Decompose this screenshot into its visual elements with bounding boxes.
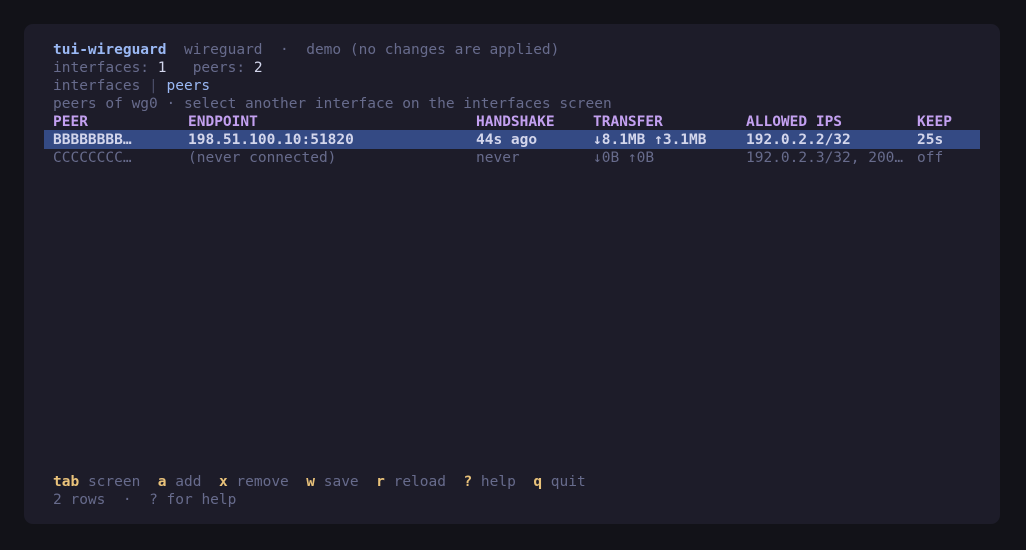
screen-tabs: interfaces | peers [53,77,210,95]
key-quit-label: quit [550,474,586,490]
key-save[interactable]: w [306,474,315,490]
peer-key: CCCCCCCC… [53,150,132,166]
screen-subtitle: peers of wg0 · select another interface … [53,96,612,112]
peer-keepalive: off [917,150,944,166]
peer-handshake: 44s ago [476,132,538,148]
peer-endpoint: (never connected) [188,150,337,166]
interfaces-count: 1 [157,60,167,76]
summary-counts: interfaces: 1 peers: 2 [53,59,263,77]
peer-keepalive: 25s [917,132,944,148]
peer-key: BBBBBBBB… [53,132,132,148]
key-tab[interactable]: tab [53,474,79,490]
key-remove-label: remove [236,474,289,490]
key-reload[interactable]: r [376,474,385,490]
app-name: tui-wireguard [53,42,167,58]
key-help-label: help [480,474,516,490]
row-count: 2 rows [53,492,106,508]
status-separator: · [122,492,132,508]
status-line: 2 rows · ? for help [53,491,236,509]
peer-allowed-ips: 192.0.2.2/32 [746,132,851,148]
key-reload-label: reload [393,474,446,490]
key-add-label: add [175,474,202,490]
key-remove[interactable]: x [219,474,228,490]
terminal-window: tui-wireguard wireguard · demo (no chang… [24,24,1000,524]
peers-count: 2 [253,60,263,76]
key-save-label: save [323,474,359,490]
column-header-peer: PEER [53,114,88,130]
column-header-keep: KEEP [917,114,952,130]
title-separator: · [280,42,289,58]
column-header-endpoint: ENDPOINT [188,114,258,130]
column-header-allowed-ips: ALLOWED IPS [746,114,843,130]
tab-divider: | [149,78,158,94]
column-header-transfer: TRANSFER [593,114,663,130]
column-header-handshake: HANDSHAKE [476,114,555,130]
key-help[interactable]: ? [463,474,472,490]
mode-note: demo (no changes are applied) [306,42,560,58]
peer-allowed-ips: 192.0.2.3/32, 200… [746,150,904,166]
key-quit[interactable]: q [533,474,542,490]
tab-peers[interactable]: peers [167,78,211,94]
peer-handshake: never [476,150,520,166]
peer-endpoint: 198.51.100.10:51820 [188,132,354,148]
peers-count-label: peers: [192,60,246,76]
keybinding-bar: tab screen a add x remove w save r reloa… [53,473,586,491]
key-add[interactable]: a [158,474,167,490]
tab-interfaces[interactable]: interfaces [53,78,140,94]
peer-transfer: ↓8.1MB ↑3.1MB [593,132,707,148]
title-bar: tui-wireguard wireguard · demo (no chang… [53,41,559,59]
key-tab-label: screen [87,474,141,490]
peer-transfer: ↓0B ↑0B [593,150,655,166]
help-hint: ? for help [149,492,237,508]
backend-name: wireguard [183,42,263,58]
interfaces-count-label: interfaces: [53,60,150,76]
